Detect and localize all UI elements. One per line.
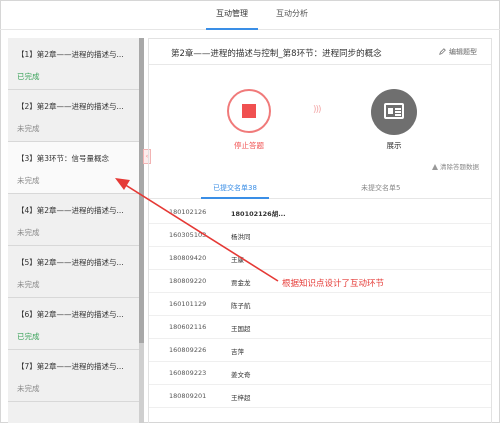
sidebar-item-status: 未完成	[17, 280, 40, 289]
student-id: 180809201	[169, 392, 207, 400]
sidebar-item-4[interactable]: 【4】第2章——进程的描述与... 未完成	[8, 194, 142, 246]
top-navigation: 互动管理 互动分析	[0, 0, 500, 30]
student-id: 160101129	[169, 300, 207, 308]
sidebar-item-status: 未完成	[17, 124, 40, 133]
student-name: 杨洪同	[231, 233, 251, 241]
sidebar-item-title: 【1】第2章——进程的描述与...	[17, 50, 124, 59]
page-title: 第2章——进程的描述与控制_第8环节：进程同步的概念	[171, 49, 382, 59]
clear-answer-data-button[interactable]: 清除答题数据	[432, 161, 479, 171]
sidebar: 【1】第2章——进程的描述与... 已完成 【2】第2章——进程的描述与... …	[8, 38, 142, 423]
sidebar-scrollbar-thumb[interactable]	[139, 38, 144, 343]
student-name: 180102126胡...	[231, 210, 286, 218]
student-name: 吉萍	[231, 348, 244, 356]
table-row[interactable]: 160809223 姜文奇	[149, 362, 491, 385]
student-id: 180809220	[169, 277, 207, 285]
student-name: 贾金龙	[231, 279, 251, 287]
table-row[interactable]: 180809201 王梓超	[149, 385, 491, 408]
student-id: 180102126	[169, 208, 207, 216]
sidebar-item-3[interactable]: 【3】第3环节：信号量概念 未完成	[8, 142, 142, 194]
sidebar-item-status: 已完成	[17, 72, 40, 81]
sidebar-item-5[interactable]: 【5】第2章——进程的描述与... 未完成	[8, 246, 142, 298]
main-panel: 第2章——进程的描述与控制_第8环节：进程同步的概念 编辑题型 停止答题 )))…	[148, 38, 492, 423]
sidebar-item-status: 未完成	[17, 176, 40, 185]
tab-interaction-analysis[interactable]: 互动分析	[272, 8, 312, 19]
student-name: 王国超	[231, 325, 251, 333]
table-row[interactable]: 180809420 王康	[149, 247, 491, 270]
stop-answering-button[interactable]	[227, 89, 271, 133]
tab-submitted[interactable]: 已提交名单38	[201, 183, 269, 199]
student-id: 160305103	[169, 231, 207, 239]
sidebar-item-6[interactable]: 【6】第2章——进程的描述与... 已完成	[8, 298, 142, 350]
divider	[149, 64, 491, 65]
sidebar-item-title: 【2】第2章——进程的描述与...	[17, 102, 124, 111]
sidebar-item-status: 已完成	[17, 332, 40, 341]
clear-answer-data-label: 清除答题数据	[440, 163, 479, 171]
table-row[interactable]: 160809226 吉萍	[149, 339, 491, 362]
table-row[interactable]: 160101129 陈子航	[149, 293, 491, 316]
display-label: 展示	[386, 141, 402, 150]
sidebar-item-status: 未完成	[17, 228, 40, 237]
sidebar-item-1[interactable]: 【1】第2章——进程的描述与... 已完成	[8, 38, 142, 90]
student-id: 160809226	[169, 346, 207, 354]
student-id: 160809223	[169, 369, 207, 377]
student-name: 王梓超	[231, 394, 251, 402]
annotation-label: 根据知识点设计了互动环节	[282, 279, 385, 289]
broadcast-waves-icon: )))	[313, 105, 321, 115]
clear-icon	[432, 164, 438, 170]
table-row[interactable]: 180602116 王国超	[149, 316, 491, 339]
sidebar-item-title: 【4】第2章——进程的描述与...	[17, 206, 124, 215]
submission-tabs: 已提交名单38 未提交名单5	[149, 177, 491, 199]
stop-answering-label: 停止答题	[234, 141, 264, 150]
sidebar-item-title: 【3】第3环节：信号量概念	[17, 154, 110, 163]
display-button[interactable]	[371, 89, 417, 135]
sidebar-item-title: 【5】第2章——进程的描述与...	[17, 258, 124, 267]
pencil-icon	[439, 48, 446, 55]
student-name: 姜文奇	[231, 371, 251, 379]
student-id: 180602116	[169, 323, 207, 331]
stop-icon	[242, 104, 256, 118]
sidebar-item-title: 【7】第2章——进程的描述与...	[17, 362, 124, 371]
student-id: 180809420	[169, 254, 207, 262]
student-name: 陈子航	[231, 302, 251, 310]
id-card-icon	[384, 103, 404, 119]
sidebar-item-status: 未完成	[17, 384, 40, 393]
sidebar-scrollbar[interactable]	[139, 38, 144, 423]
tab-not-submitted[interactable]: 未提交名单5	[361, 183, 400, 193]
sidebar-item-7[interactable]: 【7】第2章——进程的描述与... 未完成	[8, 350, 142, 402]
sidebar-item-2[interactable]: 【2】第2章——进程的描述与... 未完成	[8, 90, 142, 142]
edit-question-type-label: 编辑题型	[449, 48, 477, 56]
sidebar-item-title: 【6】第2章——进程的描述与...	[17, 310, 124, 319]
tab-interaction-management[interactable]: 互动管理	[206, 8, 258, 30]
student-name: 王康	[231, 256, 244, 264]
edit-question-type-button[interactable]: 编辑题型	[439, 47, 477, 57]
table-row[interactable]: 160305103 杨洪同	[149, 224, 491, 247]
table-row[interactable]: 180102126 180102126胡...	[149, 201, 491, 224]
